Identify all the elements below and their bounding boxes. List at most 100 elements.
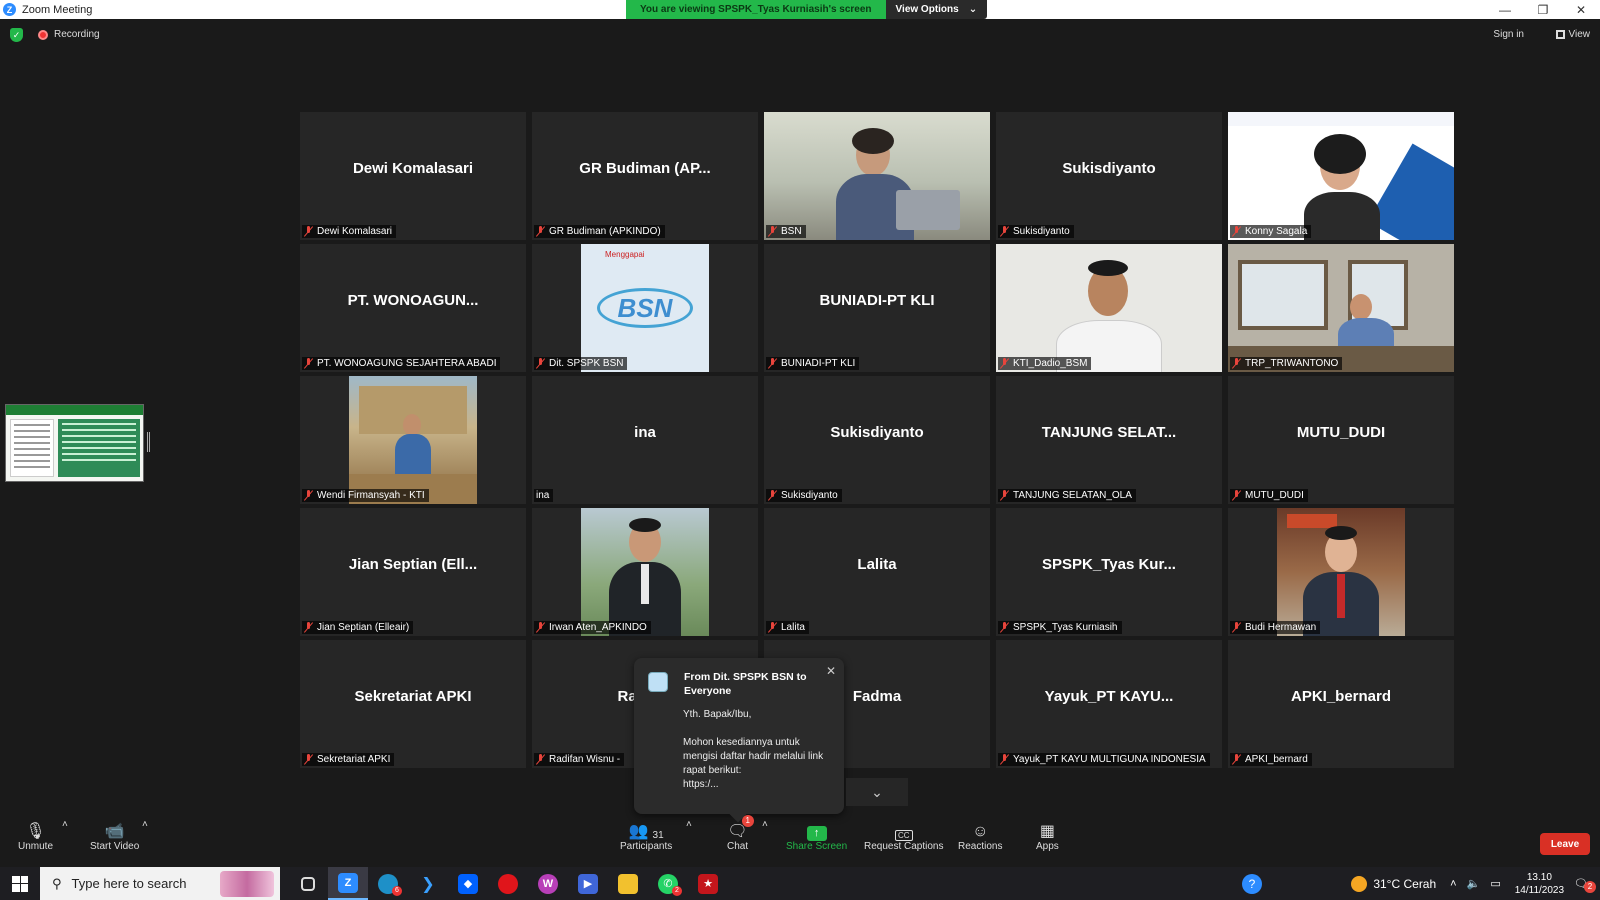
- apps-button[interactable]: ▦ Apps: [1036, 817, 1059, 852]
- close-icon[interactable]: ✕: [1562, 0, 1600, 19]
- chat-button[interactable]: 🗨 1 Chat: [727, 815, 754, 852]
- mic-muted-icon: [1000, 754, 1009, 765]
- participant-tile[interactable]: TRP_TRIWANTONO: [1228, 244, 1454, 372]
- share-screen-button[interactable]: ↑ Share Screen: [786, 817, 847, 852]
- sign-in-link[interactable]: Sign in: [1493, 29, 1524, 40]
- participant-name-label: BUNIADI-PT KLI: [766, 357, 860, 370]
- volume-icon[interactable]: 🔈: [1467, 877, 1481, 890]
- taskbar-media-icon[interactable]: ▶: [568, 867, 608, 900]
- participant-tile[interactable]: BUNIADI-PT KLI BUNIADI-PT KLI: [764, 244, 990, 372]
- windows-start-button[interactable]: [0, 867, 40, 900]
- participant-tile[interactable]: Budi Hermawan: [1228, 508, 1454, 636]
- zoom-icon: Z: [3, 3, 16, 16]
- unmute-button[interactable]: 🎙 Unmute: [18, 817, 53, 852]
- participant-tile[interactable]: ina ina: [532, 376, 758, 504]
- mic-muted-icon: [1000, 622, 1009, 633]
- share-banner: You are viewing SPSPK_Tyas Kurniasih's s…: [626, 0, 988, 19]
- taskbar-dropbox-icon[interactable]: ◆: [448, 867, 488, 900]
- splitter-handle[interactable]: [147, 432, 150, 452]
- participants-button[interactable]: 👥 31 Participants: [620, 817, 672, 852]
- close-icon[interactable]: ✕: [826, 664, 836, 678]
- participant-display-name: Sekretariat APKI: [354, 687, 472, 705]
- network-icon[interactable]: ▭: [1490, 877, 1500, 890]
- start-video-button[interactable]: 📹 Start Video: [90, 817, 139, 852]
- minimize-icon[interactable]: —: [1486, 0, 1524, 19]
- participant-tile[interactable]: Dewi Komalasari Dewi Komalasari: [300, 112, 526, 240]
- participant-tile[interactable]: Menggapai BSN Dit. SPSPK BSN: [532, 244, 758, 372]
- participant-name-label: APKI_bernard: [1230, 753, 1312, 766]
- shared-screen-thumbnail[interactable]: [5, 404, 144, 482]
- participant-display-name: Sukisdiyanto: [1062, 159, 1156, 177]
- participant-name: BSN: [781, 226, 802, 237]
- participant-tile[interactable]: Irwan Aten_APKINDO: [532, 508, 758, 636]
- participant-photo: [349, 376, 477, 504]
- mic-muted-icon: [768, 358, 777, 369]
- view-options-button[interactable]: View Options ⌄: [885, 0, 988, 19]
- weather-widget[interactable]: 31°C Cerah: [1351, 875, 1437, 892]
- mic-muted-icon: [768, 226, 777, 237]
- shield-icon[interactable]: ✓: [10, 28, 23, 42]
- participant-tile[interactable]: Konny Sagala: [1228, 112, 1454, 240]
- caret-up-icon[interactable]: ˄: [142, 819, 148, 830]
- participant-tile[interactable]: MUTU_DUDI MUTU_DUDI: [1228, 376, 1454, 504]
- caret-up-icon[interactable]: ˄: [62, 819, 68, 830]
- participant-name: TANJUNG SELATAN_OLA: [1013, 490, 1132, 501]
- participant-tile[interactable]: APKI_bernard APKI_bernard: [1228, 640, 1454, 768]
- slide-header-bar: [6, 405, 143, 415]
- notification-badge: 2: [1584, 881, 1596, 893]
- participant-tile[interactable]: Sekretariat APKI Sekretariat APKI: [300, 640, 526, 768]
- slide-text-block: [58, 419, 140, 477]
- share-banner-message: You are viewing SPSPK_Tyas Kurniasih's s…: [626, 0, 886, 19]
- leave-button[interactable]: Leave: [1540, 833, 1590, 855]
- participant-name-label: TANJUNG SELATAN_OLA: [998, 489, 1136, 502]
- taskbar-edge-icon[interactable]: 6: [368, 867, 408, 900]
- participant-tile[interactable]: SPSPK_Tyas Kur... SPSPK_Tyas Kurniasih: [996, 508, 1222, 636]
- taskbar-whatsapp-icon[interactable]: ✆ 2: [648, 867, 688, 900]
- participant-name-label: Jian Septian (Elleair): [302, 621, 414, 634]
- chat-notification[interactable]: From Dit. SPSPK BSN to Everyone ✕ Yth. B…: [634, 658, 844, 823]
- caret-up-icon[interactable]: ˄: [762, 819, 768, 830]
- taskbar-opera-icon[interactable]: [488, 867, 528, 900]
- taskbar-zoom-icon[interactable]: Z: [328, 867, 368, 900]
- taskbar-vscode-icon[interactable]: ❯: [408, 867, 448, 900]
- video-off-icon: 📹: [104, 823, 125, 840]
- participant-tile[interactable]: PT. WONOAGUN... PT. WONOAGUNG SEJAHTERA A…: [300, 244, 526, 372]
- participant-name: Sukisdiyanto: [781, 490, 838, 501]
- taskbar-search[interactable]: ⚲ Type here to search: [40, 867, 280, 900]
- task-view-icon[interactable]: [288, 867, 328, 900]
- weather-text: 31°C Cerah: [1373, 876, 1437, 891]
- participant-tile[interactable]: Lalita Lalita: [764, 508, 990, 636]
- participant-tile[interactable]: KTI_Dadio_BSM: [996, 244, 1222, 372]
- participant-tile[interactable]: Wendi Firmansyah - KTI: [300, 376, 526, 504]
- meeting-toolbar: 🎙 Unmute ˄ 📹 Start Video ˄ 👥 31 Participa…: [0, 815, 1600, 867]
- taskbar-clock[interactable]: 13.10 14/11/2023: [1515, 871, 1564, 897]
- participant-tile[interactable]: Jian Septian (Ell... Jian Septian (Elleai…: [300, 508, 526, 636]
- captions-icon: CC: [894, 817, 913, 841]
- taskbar-acrobat-icon[interactable]: ★: [688, 867, 728, 900]
- chat-message-greeting: Yth. Bapak/Ibu,: [683, 709, 752, 720]
- reactions-button[interactable]: ☺ Reactions: [958, 817, 1002, 852]
- participant-tile[interactable]: BSN: [764, 112, 990, 240]
- participant-tile[interactable]: GR Budiman (AP... GR Budiman (APKINDO): [532, 112, 758, 240]
- request-captions-button[interactable]: CC Request Captions: [864, 817, 944, 852]
- notification-center-icon[interactable]: 🗨 2: [1574, 877, 1596, 893]
- taskbar-folder-icon[interactable]: [608, 867, 648, 900]
- system-tray: 31°C Cerah ˄ 🔈 ▭ 13.10 14/11/2023 🗨 2: [1351, 867, 1600, 900]
- view-button[interactable]: View: [1555, 29, 1590, 40]
- caret-up-icon[interactable]: ˄: [686, 819, 692, 830]
- recording-indicator[interactable]: Recording: [38, 29, 100, 40]
- participant-tile[interactable]: Sukisdiyanto Sukisdiyanto: [764, 376, 990, 504]
- chevron-down-icon[interactable]: ⌄: [846, 778, 908, 806]
- participant-name-label: Yayuk_PT KAYU MULTIGUNA INDONESIA: [998, 753, 1210, 766]
- mic-muted-icon: [1232, 490, 1241, 501]
- participant-tile[interactable]: Yayuk_PT KAYU... Yayuk_PT KAYU MULTIGUNA …: [996, 640, 1222, 768]
- participant-tile[interactable]: TANJUNG SELAT... TANJUNG SELATAN_OLA: [996, 376, 1222, 504]
- participant-name: BUNIADI-PT KLI: [781, 358, 856, 369]
- participant-name-label: Dit. SPSPK BSN: [534, 357, 628, 370]
- restore-icon[interactable]: ❐: [1524, 0, 1562, 19]
- participant-name: Lalita: [781, 622, 805, 633]
- chevron-up-icon[interactable]: ˄: [1450, 878, 1456, 890]
- taskbar-wps-icon[interactable]: W: [528, 867, 568, 900]
- participant-tile[interactable]: Sukisdiyanto Sukisdiyanto: [996, 112, 1222, 240]
- help-icon[interactable]: ?: [1242, 874, 1262, 894]
